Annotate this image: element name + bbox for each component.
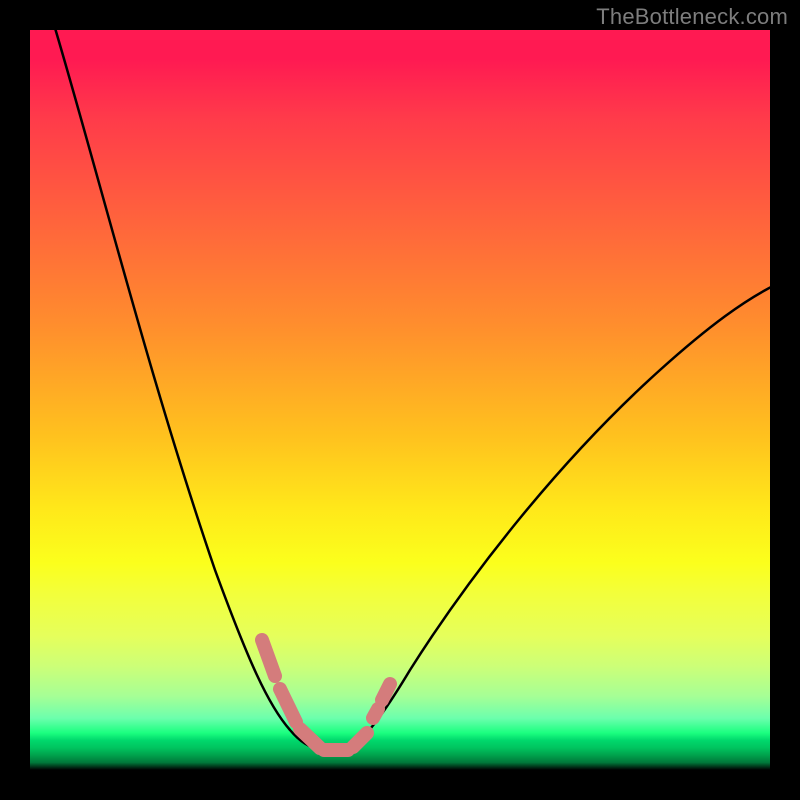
marker-seg-5 (353, 733, 367, 747)
descending-curve (55, 28, 320, 749)
ascending-curve (346, 285, 775, 749)
marker-seg-3 (300, 729, 320, 748)
marker-seg-2 (280, 689, 296, 722)
marker-seg-1 (262, 640, 275, 676)
chart-frame: TheBottleneck.com (0, 0, 800, 800)
marker-seg-6 (373, 709, 378, 718)
marker-group (262, 640, 390, 750)
chart-curves (0, 0, 800, 800)
marker-seg-7 (382, 684, 390, 700)
